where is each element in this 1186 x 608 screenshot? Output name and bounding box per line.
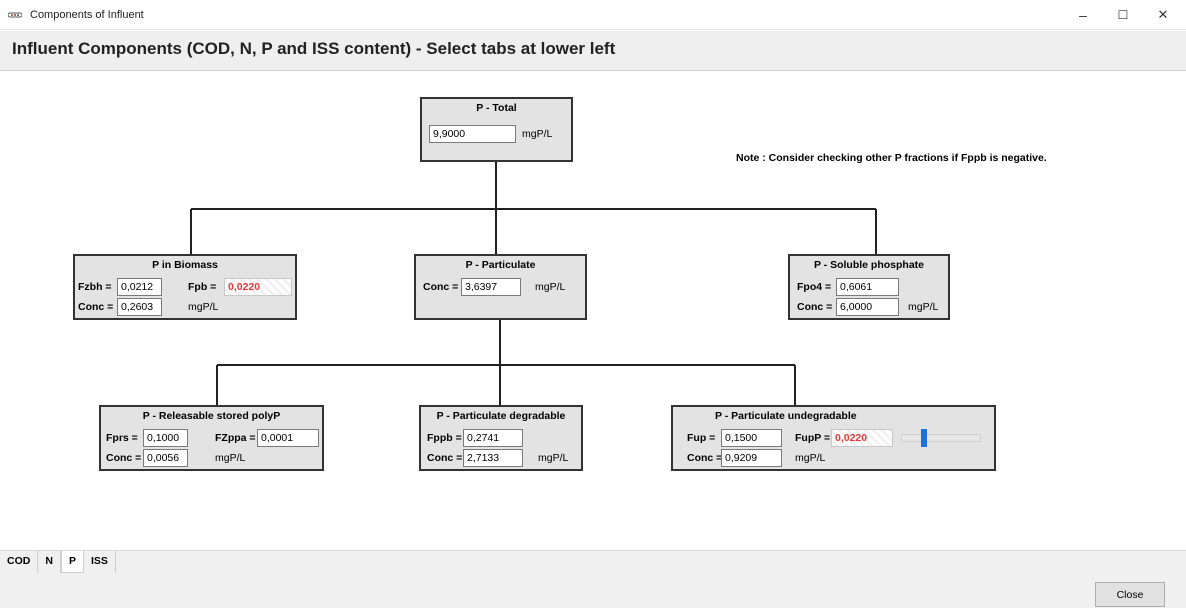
component-tabs: COD N P ISS [0,551,116,573]
fup-input[interactable]: 0,1500 [721,429,782,447]
fpb-label: Fpb = [188,281,217,293]
p-total-box: P - Total 9,9000 mgP/L [420,97,573,162]
biomass-unit: mgP/L [188,301,219,313]
p-polyp-title: P - Releasable stored polyP [142,410,281,422]
degradable-conc-input[interactable]: 2,7133 [463,449,523,467]
fzbh-label: Fzbh = [78,281,112,293]
p-particulate-title: P - Particulate [465,259,536,271]
particulate-conc-input[interactable]: 3,6397 [461,278,521,296]
p-undegradable-box: P - Particulate undegradable Fup = 0,150… [671,405,996,471]
slider-thumb[interactable] [921,429,927,447]
degradable-conc-label: Conc = [427,452,463,464]
minimize-icon: – [1079,7,1087,23]
tab-iss[interactable]: ISS [83,551,116,573]
page-title: Influent Components (COD, N, P and ISS c… [12,39,616,58]
biomass-conc-label: Conc = [78,301,114,313]
p-soluble-title: P - Soluble phosphate [813,259,925,271]
p-degradable-title: P - Particulate degradable [436,410,566,422]
window-title: Components of Influent [30,9,144,21]
p-polyp-box: P - Releasable stored polyP Fprs = 0,100… [99,405,324,471]
fupp-label: FupP = [795,432,831,444]
close-button[interactable]: Close [1095,582,1165,607]
polyp-conc-input[interactable]: 0,0056 [143,449,188,467]
fupp-slider[interactable] [901,429,981,447]
p-biomass-title: P in Biomass [152,259,218,271]
biomass-conc-input[interactable]: 0,2603 [117,298,162,316]
p-degradable-box: P - Particulate degradable Fppb = 0,2741… [419,405,583,471]
fprs-label: Fprs = [106,432,138,444]
soluble-conc-input[interactable]: 6,0000 [836,298,899,316]
fpo4-label: Fpo4 = [797,281,832,293]
close-window-button[interactable]: ✕ [1140,0,1186,30]
app-icon [8,12,22,18]
fppb-label: Fppb = [427,432,462,444]
fppb-input[interactable]: 0,2741 [463,429,523,447]
particulate-conc-label: Conc = [423,281,459,293]
tab-cod[interactable]: COD [0,551,39,573]
maximize-icon: ☐ [1117,8,1129,22]
page-header: Influent Components (COD, N, P and ISS c… [0,31,1186,71]
soluble-conc-label: Conc = [797,301,833,313]
p-particulate-box: P - Particulate Conc = 3,6397 mgP/L [414,254,587,320]
p-total-unit: mgP/L [522,128,553,140]
window-titlebar: Components of Influent – ☐ ✕ [0,0,1186,30]
undegradable-conc-label: Conc = [687,452,723,464]
soluble-unit: mgP/L [908,301,939,313]
fzppa-input[interactable]: 0,0001 [257,429,319,447]
fpo4-input[interactable]: 0,6061 [836,278,899,296]
polyp-conc-label: Conc = [106,452,142,464]
undegradable-conc-input[interactable]: 0,9209 [721,449,782,467]
p-soluble-box: P - Soluble phosphate Fpo4 = 0,6061 Conc… [788,254,950,320]
close-icon: ✕ [1157,7,1169,22]
p-biomass-box: P in Biomass Fzbh = 0,0212 Fpb = 0,0220 … [73,254,297,320]
tab-p[interactable]: P [60,551,84,573]
p-total-title: P - Total [476,102,517,114]
tab-n[interactable]: N [38,551,61,573]
diagram-canvas: Note : Consider checking other P fractio… [8,72,1178,550]
fprs-input[interactable]: 0,1000 [143,429,188,447]
fup-label: Fup = [687,432,716,444]
degradable-unit: mgP/L [538,452,569,464]
note-text: Note : Consider checking other P fractio… [736,152,1047,164]
p-total-input[interactable]: 9,9000 [429,125,516,143]
particulate-unit: mgP/L [535,281,566,293]
footer-bar: COD N P ISS Close [0,550,1186,608]
fzbh-input[interactable]: 0,0212 [117,278,162,296]
fpb-output: 0,0220 [224,278,292,296]
fupp-output: 0,0220 [831,429,893,447]
fzppa-label: FZppa = [215,432,256,444]
polyp-unit: mgP/L [215,452,246,464]
p-undegradable-title: P - Particulate undegradable [715,410,857,422]
undegradable-unit: mgP/L [795,452,826,464]
